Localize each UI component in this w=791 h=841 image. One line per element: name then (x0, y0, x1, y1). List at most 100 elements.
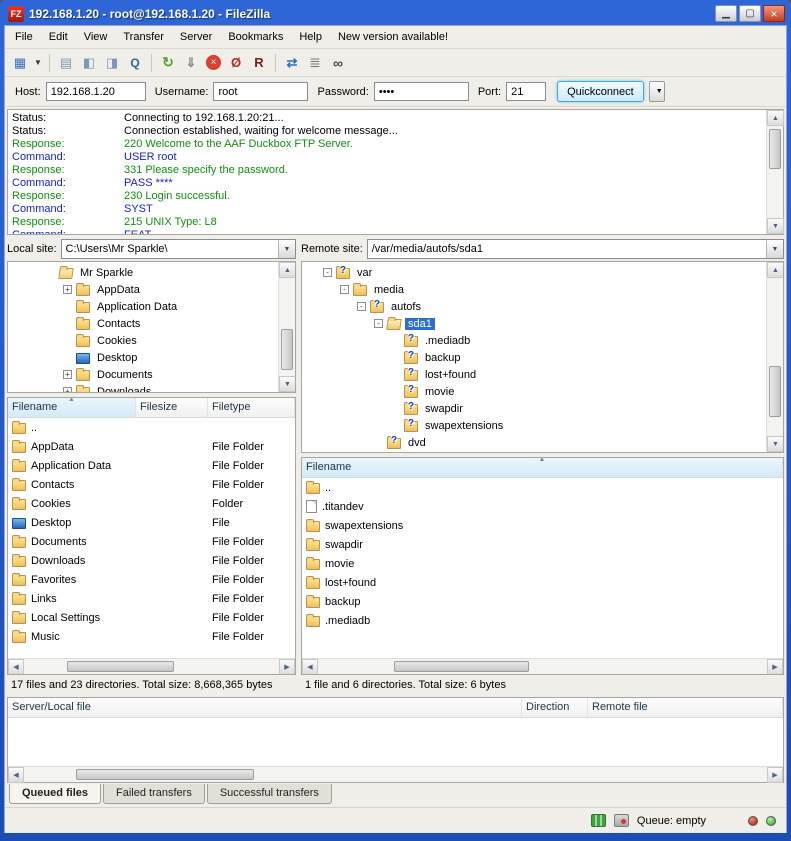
remote-tree-item-var[interactable]: -var (302, 264, 766, 281)
menu-item-view[interactable]: View (76, 27, 116, 47)
quickconnect-dropdown-icon[interactable]: ▼ (649, 81, 665, 102)
local-tree-item-application-data[interactable]: Application Data (8, 298, 278, 315)
local-tree-item-mr-sparkle[interactable]: Mr Sparkle (8, 264, 278, 281)
remote-tree-item-swapextensions[interactable]: swapextensions (302, 417, 766, 434)
username-input[interactable] (213, 82, 308, 101)
remote-tree-item-backup[interactable]: backup (302, 349, 766, 366)
remote-row-swapdir[interactable]: swapdir (302, 535, 783, 554)
scroll-up-icon[interactable]: ▲ (767, 110, 784, 126)
local-row-local-settings[interactable]: Local SettingsFile Folder (8, 608, 295, 627)
local-row-contacts[interactable]: ContactsFile Folder (8, 475, 295, 494)
close-button[interactable]: × (763, 5, 785, 22)
remote-row-movie[interactable]: movie (302, 554, 783, 573)
local-tree-item-appdata[interactable]: +AppData (8, 281, 278, 298)
encryption-status-icon[interactable] (614, 814, 629, 827)
remote-list-scrollbar[interactable]: ◀ ▶ (302, 658, 783, 674)
refresh-icon[interactable]: ↻ (157, 53, 179, 73)
remote-tree-item-media[interactable]: -media (302, 281, 766, 298)
queue-column-server-local-file[interactable]: Server/Local file (8, 698, 522, 717)
local-tree-item-downloads[interactable]: +Downloads (8, 383, 278, 392)
local-site-combo[interactable]: C:\Users\Mr Sparkle\ ▼ (61, 239, 296, 259)
scroll-down-icon[interactable]: ▼ (767, 218, 784, 234)
site-manager-icon[interactable]: ▦ (9, 53, 31, 73)
local-tree-item-desktop[interactable]: Desktop (8, 349, 278, 366)
find-files-icon[interactable]: ∞ (327, 53, 349, 73)
remote-column-filename[interactable]: Filename▲ (302, 458, 783, 477)
remote-row-lost-found[interactable]: lost+found (302, 573, 783, 592)
local-row-application-data[interactable]: Application DataFile Folder (8, 456, 295, 475)
site-manager-dropdown-icon[interactable]: ▼ (32, 53, 44, 73)
synchronized-browsing-icon[interactable]: ⇄ (281, 53, 303, 73)
reconnect-icon[interactable]: R (248, 53, 270, 73)
remote-row-titandev[interactable]: .titandev (302, 497, 783, 516)
tree-expander-icon[interactable]: - (323, 268, 332, 277)
tree-expander-icon[interactable]: + (63, 370, 72, 379)
local-row-documents[interactable]: DocumentsFile Folder (8, 532, 295, 551)
scrollbar-thumb[interactable] (394, 661, 529, 672)
log-scrollbar[interactable]: ▲ ▼ (766, 110, 783, 234)
local-tree-item-contacts[interactable]: Contacts (8, 315, 278, 332)
scroll-left-icon[interactable]: ◀ (302, 659, 318, 675)
title-bar[interactable]: FZ 192.168.1.20 - root@192.168.1.20 - Fi… (4, 0, 787, 25)
scrollbar-thumb[interactable] (76, 769, 254, 780)
scroll-left-icon[interactable]: ◀ (8, 767, 24, 783)
remote-tree-item-lost-found[interactable]: lost+found (302, 366, 766, 383)
local-row-music[interactable]: MusicFile Folder (8, 627, 295, 646)
cancel-icon[interactable]: × (206, 55, 221, 70)
tree-expander-icon[interactable]: - (340, 285, 349, 294)
maximize-button[interactable]: ▢ (739, 5, 761, 22)
remote-tree-scrollbar[interactable]: ▲ ▼ (766, 262, 783, 452)
menu-item-bookmarks[interactable]: Bookmarks (220, 27, 291, 47)
remote-row-mediadb[interactable]: .mediadb (302, 611, 783, 630)
scroll-left-icon[interactable]: ◀ (8, 659, 24, 675)
local-row-downloads[interactable]: DownloadsFile Folder (8, 551, 295, 570)
queue-column-direction[interactable]: Direction (522, 698, 588, 717)
local-row-appdata[interactable]: AppDataFile Folder (8, 437, 295, 456)
scroll-right-icon[interactable]: ▶ (279, 659, 295, 675)
menu-item-transfer[interactable]: Transfer (115, 27, 172, 47)
toggle-message-log-icon[interactable]: ▤ (55, 53, 77, 73)
toggle-local-tree-icon[interactable]: ◧ (78, 53, 100, 73)
local-column-filetype[interactable]: Filetype (208, 398, 295, 417)
tree-expander-icon[interactable]: - (357, 302, 366, 311)
scroll-right-icon[interactable]: ▶ (767, 659, 783, 675)
host-input[interactable] (46, 82, 146, 101)
local-row-desktop[interactable]: DesktopFile (8, 513, 295, 532)
menu-item-new-version-available[interactable]: New version available! (330, 27, 456, 47)
toggle-queue-icon[interactable]: Q (124, 53, 146, 73)
remote-tree-item-autofs[interactable]: -autofs (302, 298, 766, 315)
scrollbar-thumb[interactable] (67, 661, 174, 672)
scroll-up-icon[interactable]: ▲ (767, 262, 784, 278)
menu-item-file[interactable]: File (7, 27, 41, 47)
scrollbar-thumb[interactable] (769, 366, 781, 417)
remote-tree-item-swapdir[interactable]: swapdir (302, 400, 766, 417)
scrollbar-thumb[interactable] (769, 129, 781, 169)
speed-limits-icon[interactable] (591, 814, 606, 827)
remote-tree-item-mediadb[interactable]: .mediadb (302, 332, 766, 349)
tree-expander-icon[interactable]: - (374, 319, 383, 328)
password-input[interactable] (374, 82, 469, 101)
scrollbar-thumb[interactable] (281, 329, 293, 370)
local-row-cookies[interactable]: CookiesFolder (8, 494, 295, 513)
directory-comparison-icon[interactable]: ≣ (304, 53, 326, 73)
remote-row-swapextensions[interactable]: swapextensions (302, 516, 783, 535)
remote-tree-item-sda1[interactable]: -sda1 (302, 315, 766, 332)
remote-row-backup[interactable]: backup (302, 592, 783, 611)
toggle-remote-tree-icon[interactable]: ◨ (101, 53, 123, 73)
local-list-scrollbar[interactable]: ◀ ▶ (8, 658, 295, 674)
tab-successful-transfers[interactable]: Successful transfers (207, 784, 332, 804)
local-column-filename[interactable]: Filename▲ (8, 398, 136, 417)
menu-item-edit[interactable]: Edit (41, 27, 76, 47)
local-column-filesize[interactable]: Filesize (136, 398, 208, 417)
scroll-right-icon[interactable]: ▶ (767, 767, 783, 783)
scroll-up-icon[interactable]: ▲ (279, 262, 296, 278)
tab-failed-transfers[interactable]: Failed transfers (103, 784, 205, 804)
quickconnect-button[interactable]: Quickconnect (557, 81, 644, 102)
chevron-down-icon[interactable]: ▼ (766, 240, 783, 258)
process-queue-icon[interactable]: ⇓ (180, 53, 202, 73)
port-input[interactable] (506, 82, 546, 101)
local-tree-item-cookies[interactable]: Cookies (8, 332, 278, 349)
minimize-button[interactable]: ▁ (715, 5, 737, 22)
tab-queued-files[interactable]: Queued files (9, 784, 101, 804)
scroll-down-icon[interactable]: ▼ (279, 376, 296, 392)
